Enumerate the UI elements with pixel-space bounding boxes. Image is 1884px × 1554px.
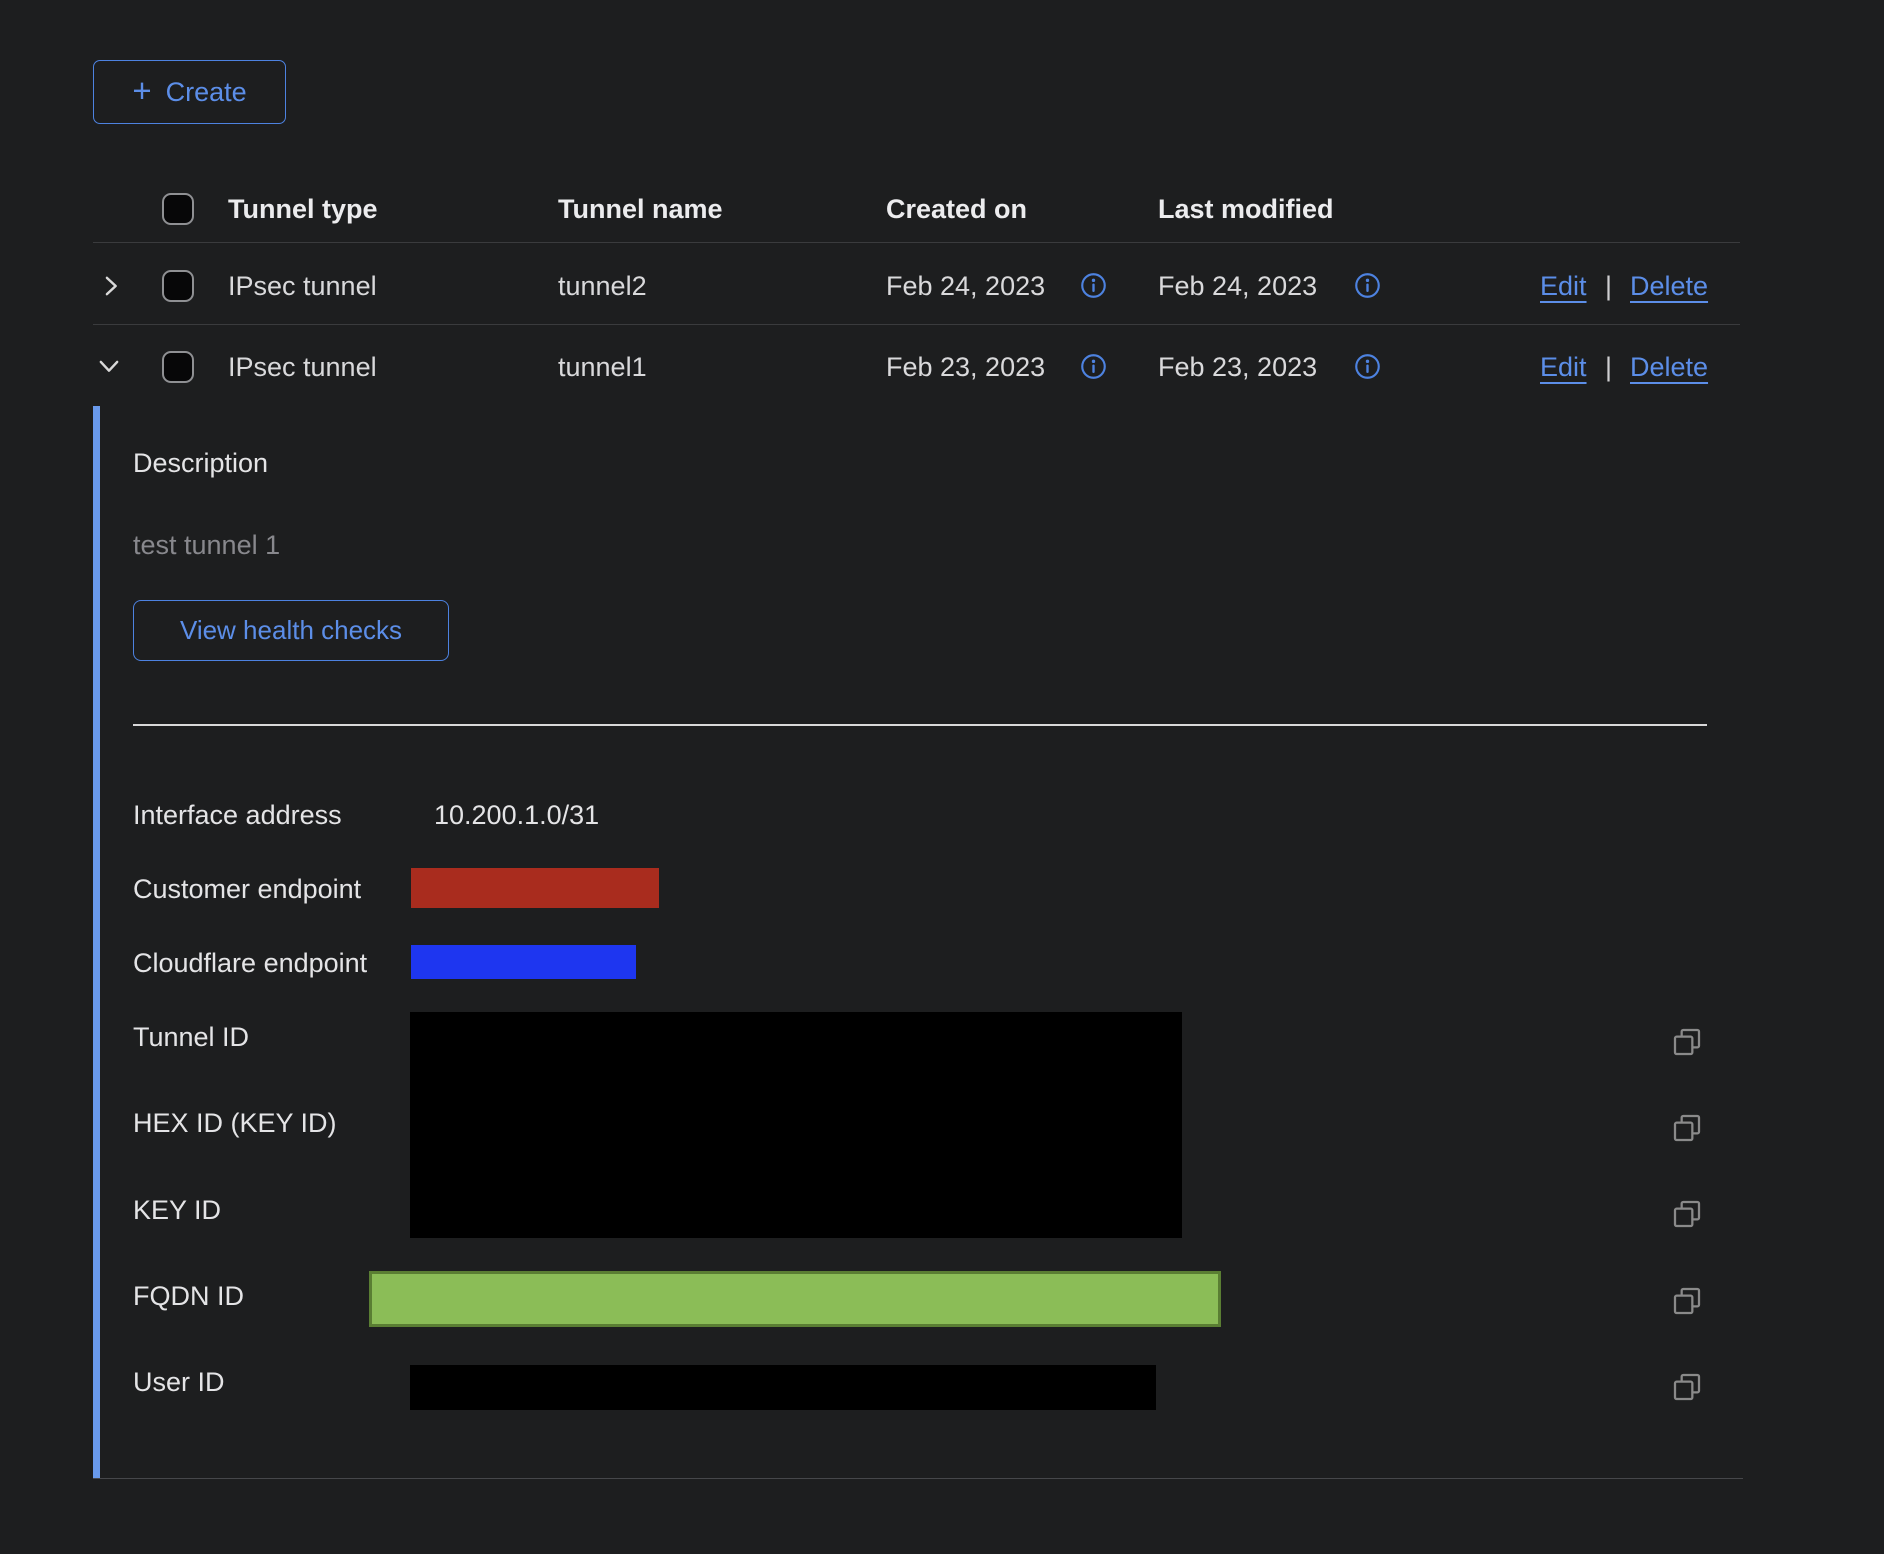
edit-link[interactable]: Edit <box>1540 271 1587 302</box>
column-header-created-on: Created on <box>886 194 1027 225</box>
action-separator: | <box>1605 352 1612 383</box>
interface-address-label: Interface address <box>133 800 342 831</box>
key-id-label: KEY ID <box>133 1195 221 1226</box>
row-checkbox[interactable] <box>162 270 194 302</box>
expanded-row-accent-bar <box>93 406 100 1478</box>
row-checkbox[interactable] <box>162 351 194 383</box>
copy-icon[interactable] <box>1671 1026 1703 1058</box>
column-header-last-modified: Last modified <box>1158 194 1334 225</box>
cloudflare-endpoint-redaction <box>411 945 636 979</box>
tunnel-name-cell: tunnel2 <box>558 271 647 302</box>
copy-icon[interactable] <box>1671 1112 1703 1144</box>
tunnels-page: + Create Tunnel type Tunnel name Created… <box>0 0 1884 1554</box>
info-icon[interactable] <box>1354 272 1381 299</box>
created-on-cell: Feb 24, 2023 <box>886 271 1045 302</box>
customer-endpoint-redaction <box>411 868 659 908</box>
copy-icon[interactable] <box>1671 1198 1703 1230</box>
user-id-redaction <box>410 1365 1156 1410</box>
copy-icon[interactable] <box>1671 1371 1703 1403</box>
column-header-tunnel-type: Tunnel type <box>228 194 378 225</box>
action-separator: | <box>1605 271 1612 302</box>
user-id-label: User ID <box>133 1367 225 1398</box>
view-health-checks-button[interactable]: View health checks <box>133 600 449 661</box>
header-divider <box>93 242 1740 243</box>
hex-id-label: HEX ID (KEY ID) <box>133 1108 337 1139</box>
delete-link[interactable]: Delete <box>1630 352 1708 383</box>
section-divider <box>133 724 1707 726</box>
tunnel-type-cell: IPsec tunnel <box>228 271 377 302</box>
tunnel-id-label: Tunnel ID <box>133 1022 249 1053</box>
create-button-label: Create <box>166 77 247 108</box>
panel-bottom-divider <box>93 1478 1743 1479</box>
last-modified-cell: Feb 23, 2023 <box>1158 352 1317 383</box>
edit-link[interactable]: Edit <box>1540 352 1587 383</box>
chevron-right-icon[interactable] <box>97 272 125 300</box>
cloudflare-endpoint-label: Cloudflare endpoint <box>133 948 367 979</box>
select-all-checkbox[interactable] <box>162 193 194 225</box>
fqdn-id-label: FQDN ID <box>133 1281 244 1312</box>
interface-address-value: 10.200.1.0/31 <box>434 800 599 831</box>
ids-redaction <box>410 1012 1182 1238</box>
fqdn-id-redaction <box>369 1271 1221 1327</box>
info-icon[interactable] <box>1354 353 1381 380</box>
info-icon[interactable] <box>1080 353 1107 380</box>
tunnel-name-cell: tunnel1 <box>558 352 647 383</box>
created-on-cell: Feb 23, 2023 <box>886 352 1045 383</box>
column-header-tunnel-name: Tunnel name <box>558 194 723 225</box>
delete-link[interactable]: Delete <box>1630 271 1708 302</box>
chevron-down-icon[interactable] <box>95 352 123 380</box>
create-button[interactable]: + Create <box>93 60 286 124</box>
description-value: test tunnel 1 <box>133 530 280 561</box>
description-label: Description <box>133 448 268 479</box>
copy-icon[interactable] <box>1671 1285 1703 1317</box>
tunnel-type-cell: IPsec tunnel <box>228 352 377 383</box>
info-icon[interactable] <box>1080 272 1107 299</box>
customer-endpoint-label: Customer endpoint <box>133 874 361 905</box>
plus-icon: + <box>132 74 151 107</box>
last-modified-cell: Feb 24, 2023 <box>1158 271 1317 302</box>
row-divider <box>93 324 1740 325</box>
